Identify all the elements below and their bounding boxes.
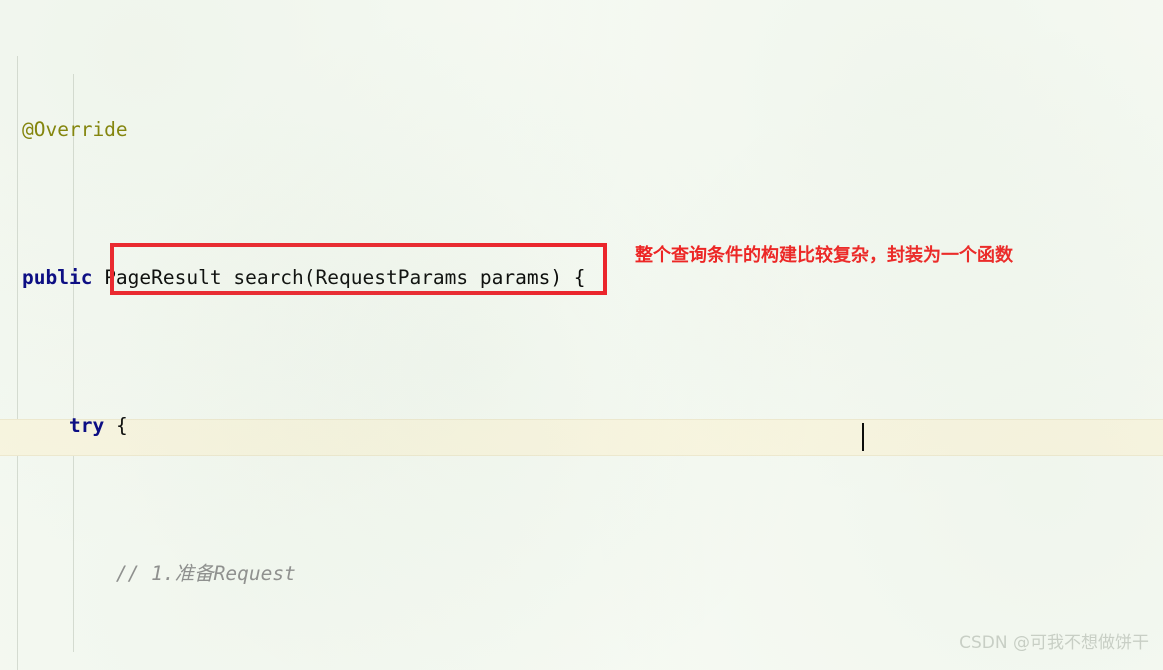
red-highlight-box bbox=[110, 243, 607, 295]
annotation-override: @Override bbox=[22, 118, 128, 141]
try-open-brace: { bbox=[104, 414, 128, 437]
code-content[interactable]: @Override public PageResult search(Reque… bbox=[0, 0, 1163, 670]
keyword-try: try bbox=[68, 414, 105, 437]
code-line-4[interactable]: // 1.准备Request bbox=[0, 555, 1163, 592]
text-caret bbox=[862, 423, 864, 451]
code-line-1[interactable]: @Override bbox=[0, 111, 1163, 148]
code-line-3[interactable]: try { bbox=[0, 407, 1163, 444]
red-annotation-note: 整个查询条件的构建比较复杂，封装为一个函数 bbox=[635, 245, 1013, 266]
keyword-public: public bbox=[22, 266, 93, 289]
code-editor[interactable]: @Override public PageResult search(Reque… bbox=[0, 0, 1163, 670]
csdn-watermark: CSDN @可我不想做饼干 bbox=[959, 633, 1149, 653]
comment-prepare-request: // 1.准备Request bbox=[115, 562, 296, 585]
